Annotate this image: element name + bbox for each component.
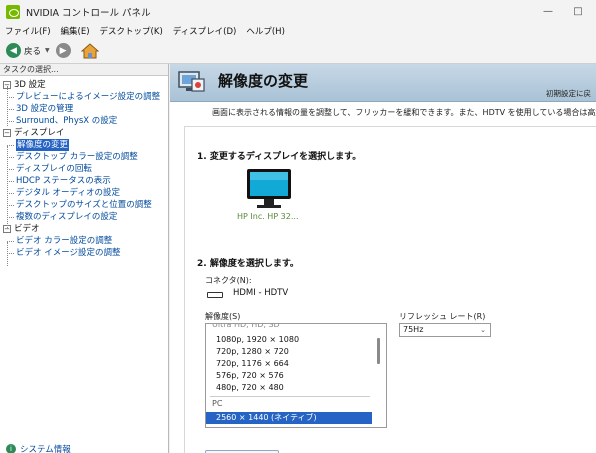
list-item[interactable]: 1080p, 1920 × 1080	[206, 334, 372, 346]
list-item[interactable]: 720p, 1176 × 664	[206, 358, 372, 370]
home-icon[interactable]	[80, 42, 99, 60]
chevron-down-icon: ⌄	[480, 326, 486, 334]
connector-label: コネクタ(N):	[205, 276, 252, 285]
sidebar-item-surround-physx[interactable]: Surround、PhysX の設定	[0, 115, 168, 127]
info-icon: i	[6, 444, 16, 453]
toolbar: ◀ 戻る ▼ ▶	[0, 38, 596, 64]
sidebar-item-desktop-size-position[interactable]: デスクトップのサイズと位置の調整	[0, 199, 168, 211]
back-button-label[interactable]: 戻る	[24, 45, 41, 57]
refresh-rate-label: リフレッシュ レート(R)	[399, 312, 486, 321]
back-dropdown-icon[interactable]: ▼	[45, 47, 50, 54]
maximize-button[interactable]: □	[570, 4, 586, 20]
sidebar-item-digital-audio[interactable]: デジタル オーディオの設定	[0, 187, 168, 199]
resolution-list[interactable]: Ultra HD, HD, SD 1080p, 1920 × 1080 720p…	[205, 323, 387, 428]
refresh-rate-select[interactable]: 75Hz ⌄	[399, 323, 491, 337]
nvidia-logo-icon	[6, 5, 20, 19]
sidebar-item-hdcp-status[interactable]: HDCP ステータスの表示	[0, 175, 168, 187]
list-item[interactable]: 720p, 1280 × 720	[206, 346, 372, 358]
monitor-icon[interactable]	[245, 167, 293, 213]
system-info-link[interactable]: i システム情報	[6, 443, 71, 453]
menu-desktop[interactable]: デスクトップ(K)	[100, 25, 163, 37]
resolution-label: 解像度(S)	[205, 312, 241, 321]
page-header: 解像度の変更 初期設定に戻	[170, 64, 596, 102]
minimize-button[interactable]: —	[540, 4, 556, 20]
sidebar-item-desktop-color[interactable]: デスクトップ カラー設定の調整	[0, 151, 168, 163]
list-group-header-pc: PC	[212, 399, 223, 408]
tree-category-video[interactable]: − ビデオ	[0, 223, 168, 235]
page-title: 解像度の変更	[218, 72, 309, 90]
sidebar-item-video-color[interactable]: ビデオ カラー設定の調整	[0, 235, 168, 247]
hdmi-connector-icon	[207, 292, 223, 298]
collapse-toggle-icon[interactable]: −	[3, 129, 11, 137]
connector-value: HDMI - HDTV	[233, 288, 289, 298]
settings-content: 1. 変更するディスプレイを選択します。 HP Inc. HP 32... 2.…	[184, 126, 596, 453]
menu-bar: ファイル(F) 編集(E) デスクトップ(K) ディスプレイ(D) ヘルプ(H)	[0, 24, 596, 38]
list-item-selected[interactable]: 2560 × 1440 (ネイティブ)	[206, 412, 372, 424]
step1-heading: 1. 変更するディスプレイを選択します。	[197, 152, 362, 162]
list-group-header-hd: Ultra HD, HD, SD	[212, 323, 280, 329]
display-name-label[interactable]: HP Inc. HP 32...	[237, 212, 299, 221]
forward-arrow-icon[interactable]: ▶	[55, 43, 71, 58]
list-scrollbar[interactable]	[377, 338, 380, 364]
task-sidebar: タスクの選択... − 3D 設定 プレビューによるイメージ設定の調整 3D 設…	[0, 64, 169, 453]
tree-category-display[interactable]: − ディスプレイ	[0, 127, 168, 139]
sidebar-item-change-resolution[interactable]: 解像度の変更	[0, 139, 168, 151]
main-panel: 解像度の変更 初期設定に戻 画面に表示される情報の量を調整して、フリッカーを緩和…	[170, 64, 596, 453]
restore-defaults-link[interactable]: 初期設定に戻	[546, 88, 591, 99]
menu-file[interactable]: ファイル(F)	[5, 25, 51, 37]
sidebar-item-manage-3d-settings[interactable]: 3D 設定の管理	[0, 103, 168, 115]
back-arrow-icon[interactable]: ◀	[6, 43, 21, 58]
list-divider	[210, 396, 370, 397]
list-item[interactable]: 576p, 720 × 576	[206, 370, 372, 382]
page-description: 画面に表示される情報の量を調整して、フリッカーを緩和できます。また、HDTV を…	[212, 108, 596, 117]
list-item[interactable]: 480p, 720 × 480	[206, 382, 372, 394]
display-settings-icon	[178, 71, 205, 92]
menu-display[interactable]: ディスプレイ(D)	[173, 25, 237, 37]
menu-help[interactable]: ヘルプ(H)	[246, 25, 285, 37]
sidebar-item-video-image[interactable]: ビデオ イメージ設定の調整	[0, 247, 168, 259]
task-select-header: タスクの選択...	[0, 64, 168, 76]
sidebar-item-rotate-display[interactable]: ディスプレイの回転	[0, 163, 168, 175]
title-bar: NVIDIA コントロール パネル — □	[0, 0, 596, 24]
step2-heading: 2. 解像度を選択します。	[197, 259, 299, 269]
sidebar-item-multiple-displays[interactable]: 複数のディスプレイの設定	[0, 211, 168, 223]
sidebar-item-preview-image-settings[interactable]: プレビューによるイメージ設定の調整	[0, 91, 168, 103]
window-title: NVIDIA コントロール パネル	[26, 8, 151, 19]
menu-edit[interactable]: 編集(E)	[61, 25, 90, 37]
task-tree: − 3D 設定 プレビューによるイメージ設定の調整 3D 設定の管理 Surro…	[0, 76, 168, 266]
tree-category-3d[interactable]: − 3D 設定	[0, 79, 168, 91]
